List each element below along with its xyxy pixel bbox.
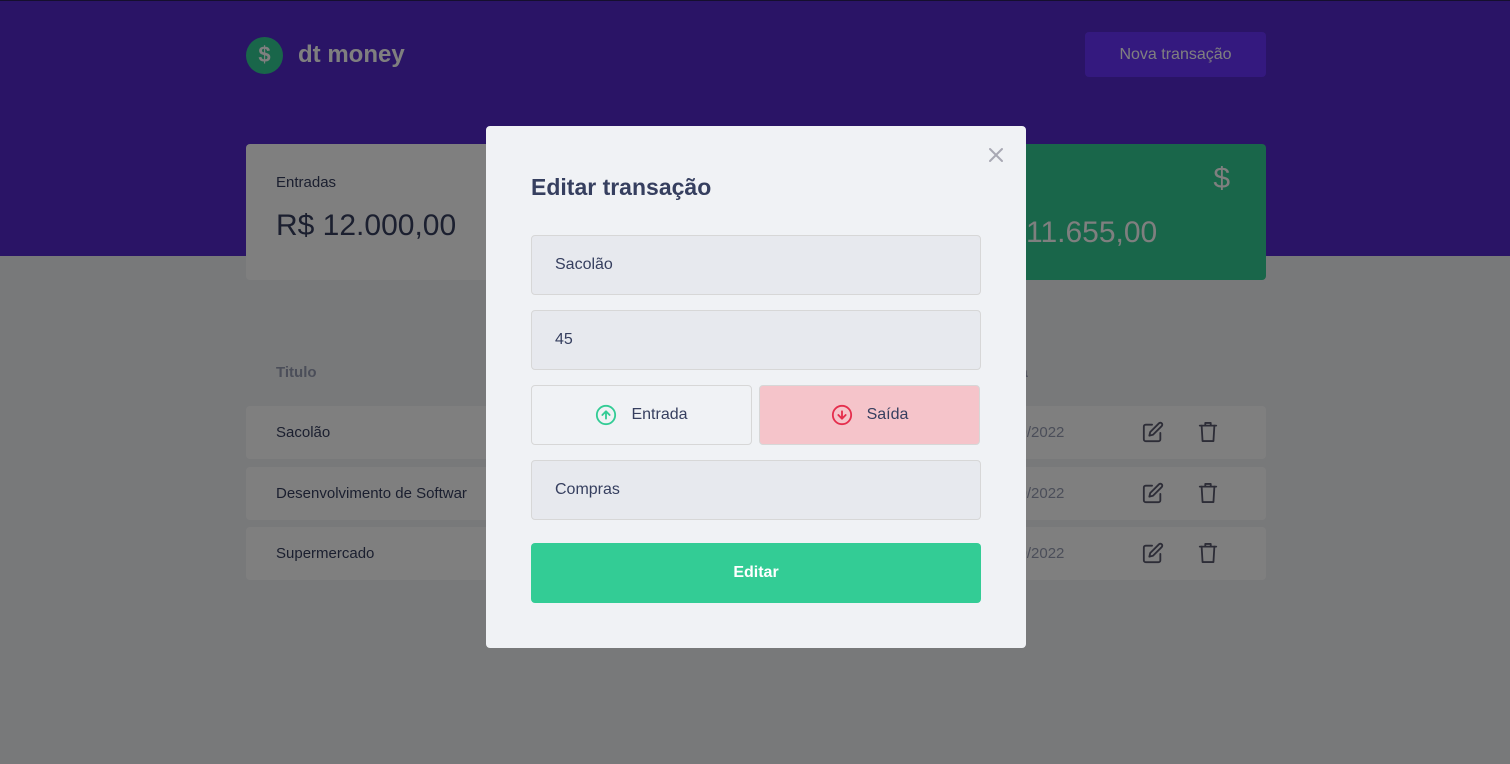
amount-input[interactable] bbox=[531, 310, 981, 370]
type-income-button[interactable]: Entrada bbox=[531, 385, 752, 445]
submit-button[interactable]: Editar bbox=[531, 543, 981, 603]
close-icon bbox=[989, 148, 1003, 162]
title-input[interactable] bbox=[531, 235, 981, 295]
category-input[interactable] bbox=[531, 460, 981, 520]
modal-title: Editar transação bbox=[531, 174, 712, 200]
type-outcome-label: Saída bbox=[866, 406, 909, 423]
type-income-label: Entrada bbox=[631, 406, 688, 423]
edit-transaction-modal: Editar transação Entrada Saída Editar bbox=[486, 126, 1026, 648]
close-button[interactable] bbox=[986, 145, 1006, 165]
arrow-down-circle-icon bbox=[831, 404, 852, 426]
arrow-up-circle-icon bbox=[596, 404, 617, 426]
type-outcome-button[interactable]: Saída bbox=[759, 385, 980, 445]
